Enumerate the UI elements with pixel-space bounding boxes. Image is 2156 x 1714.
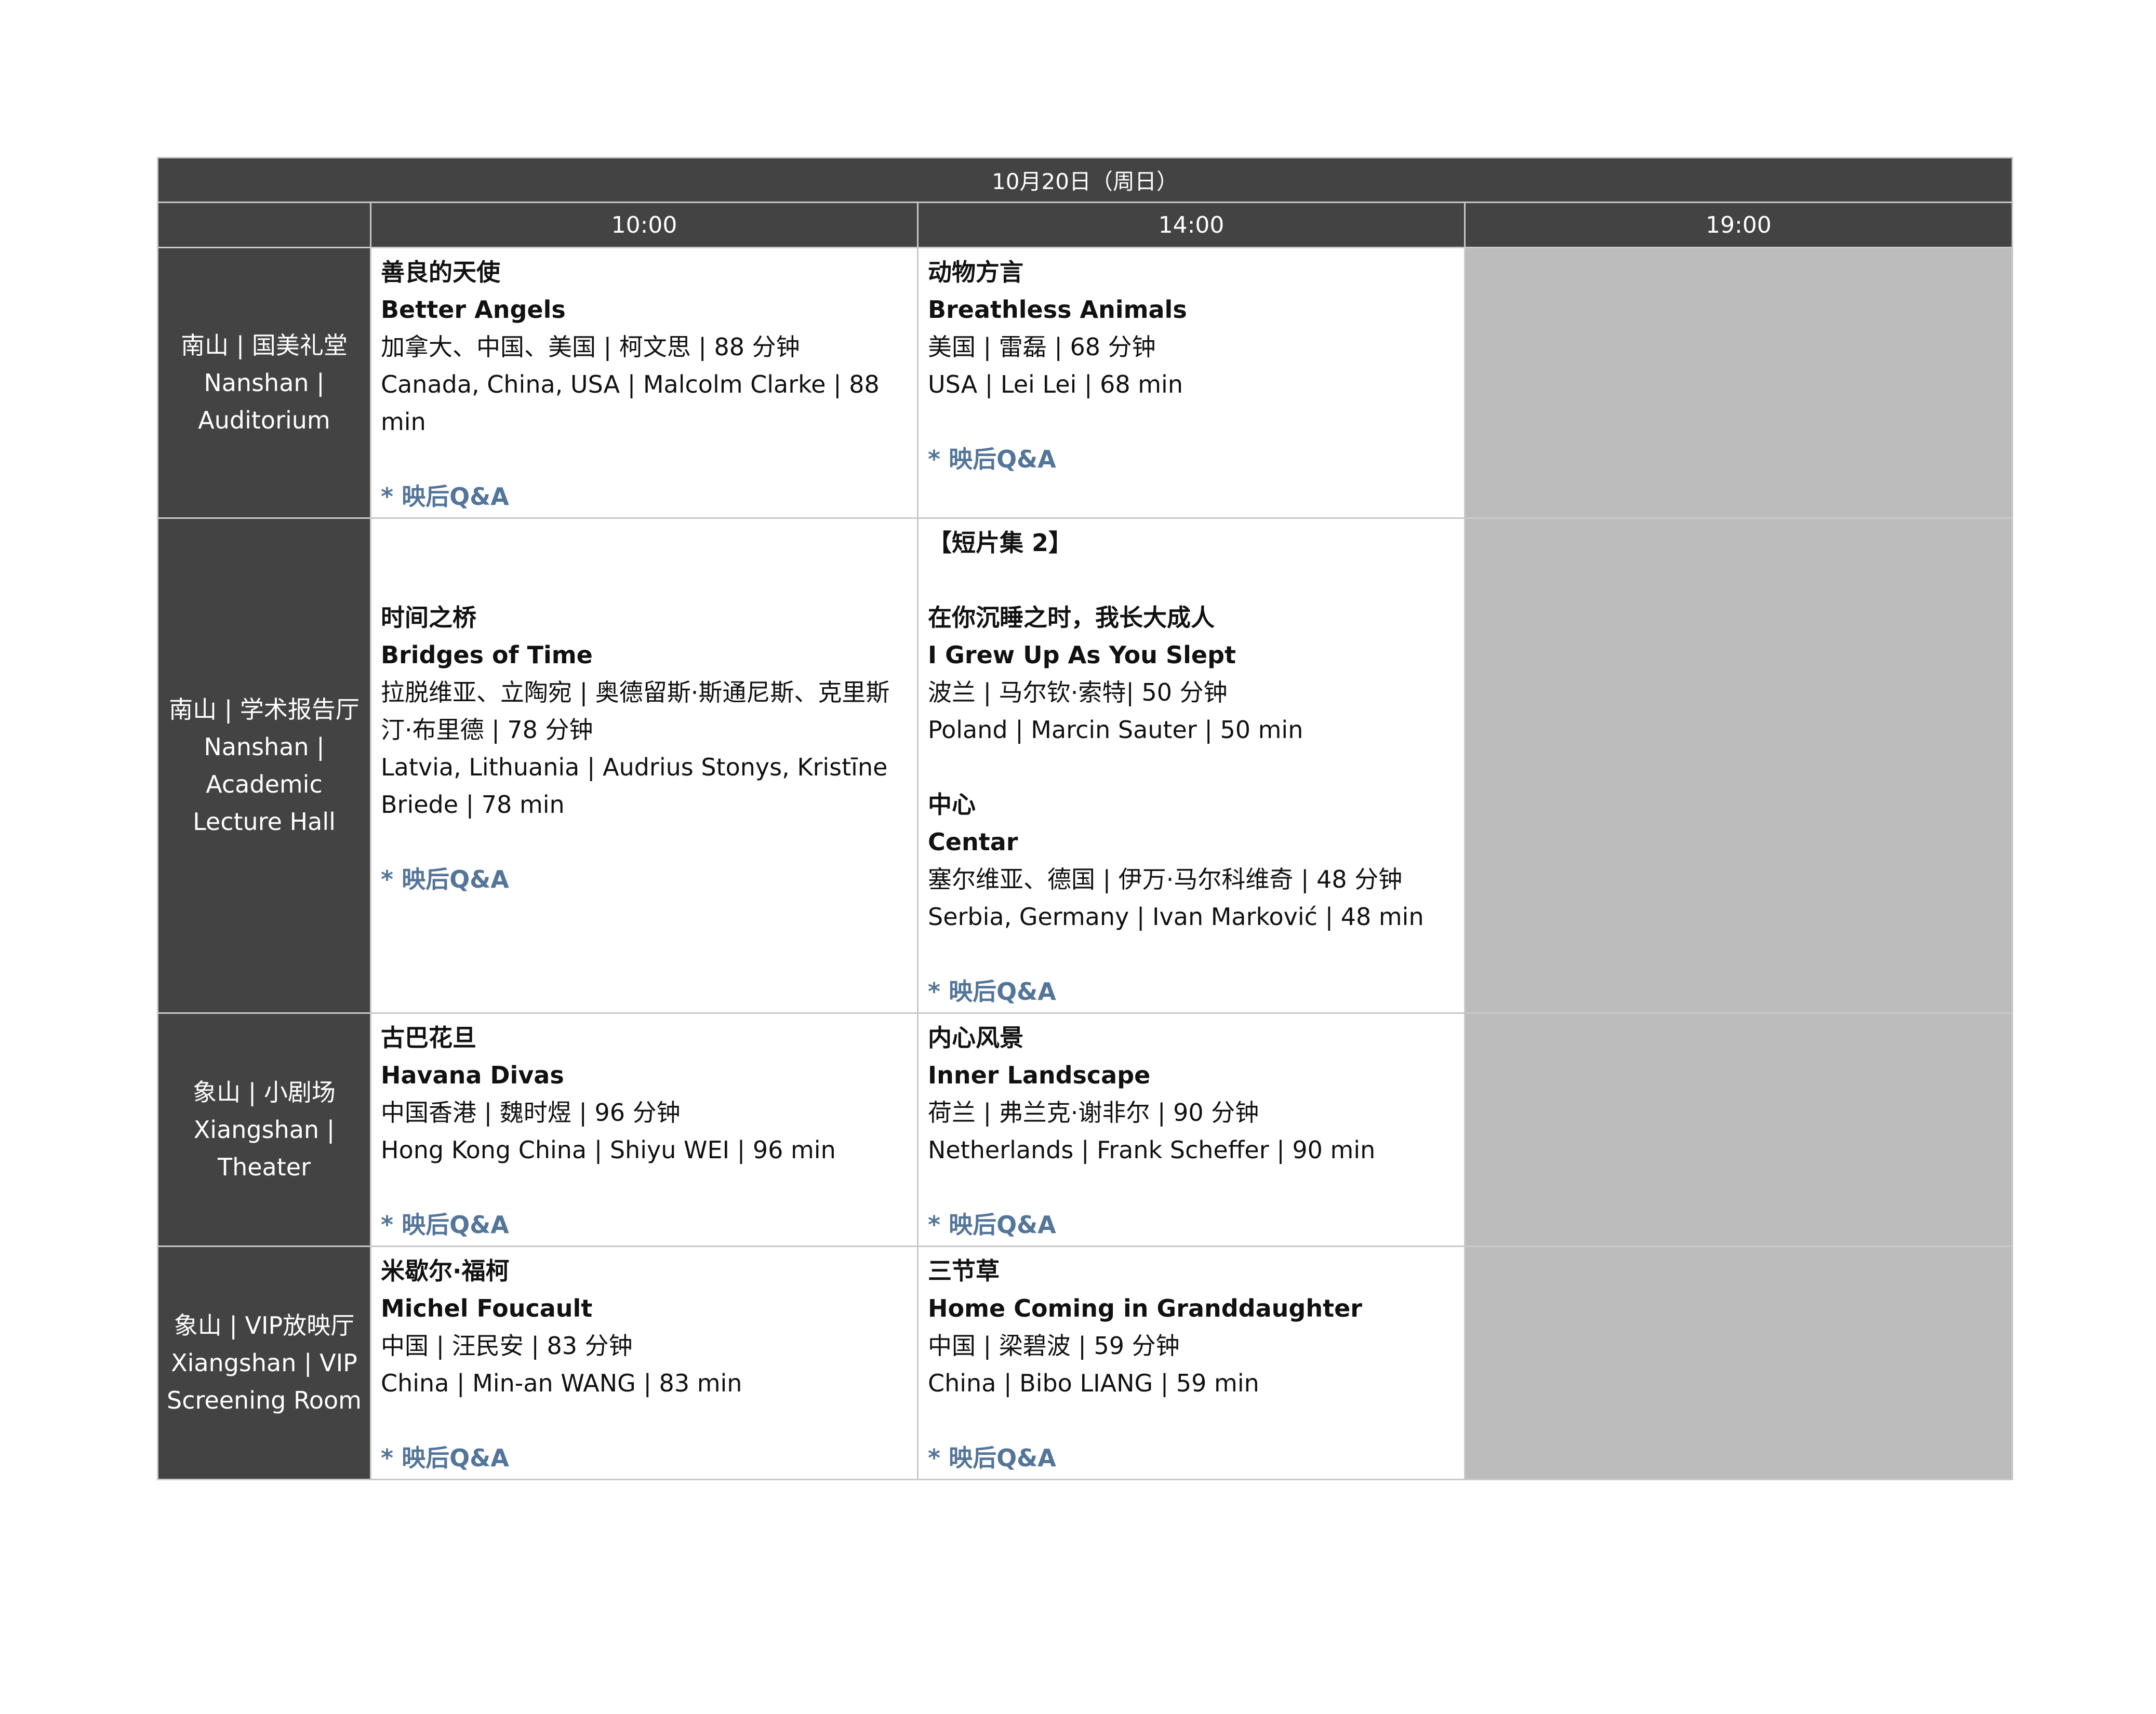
- time-slot-1900: 19:00: [1463, 202, 2014, 248]
- venue-name-en: Auditorium: [198, 406, 330, 434]
- film-info-en: Netherlands | Frank Scheffer | 90 min: [928, 1136, 1376, 1164]
- venue-row-nanshan-auditorium: 南山 | 国美礼堂 Nanshan | Auditorium 善良的天使 Bet…: [157, 247, 2014, 519]
- venue-row-xiangshan-theater: 象山 | 小剧场 Xiangshan | Theater 古巴花旦 Havana…: [157, 1012, 2014, 1247]
- screening-cell: 三节草 Home Coming in Granddaughter 中国 | 梁碧…: [917, 1246, 1466, 1480]
- film-info-en: USA | Lei Lei | 68 min: [928, 370, 1183, 398]
- film-info-en: Canada, China, USA | Malcolm Clarke | 88…: [381, 370, 880, 436]
- film-title-en: Bridges of Time: [381, 641, 593, 669]
- time-slot-1400: 14:00: [917, 202, 1466, 248]
- screening-cell: 米歇尔·福柯 Michel Foucault 中国 | 汪民安 | 83 分钟 …: [370, 1246, 919, 1480]
- screening-cell: 时间之桥 Bridges of Time 拉脱维亚、立陶宛 | 奥德留斯·斯通尼…: [370, 517, 919, 1014]
- film-title-zh: 米歇尔·福柯: [381, 1257, 510, 1285]
- film-info-zh: 波兰 | 马尔钦·索特| 50 分钟: [928, 678, 1228, 706]
- venue-name-en: Theater: [218, 1153, 311, 1181]
- venue-column-header: [157, 202, 371, 248]
- film-info-en: China | Bibo LIANG | 59 min: [928, 1369, 1259, 1397]
- venue-name-zh: 南山 | 国美礼堂: [181, 331, 348, 359]
- film-info-zh: 荷兰 | 弗兰克·谢非尔 | 90 分钟: [928, 1099, 1259, 1127]
- film-info-en: Poland | Marcin Sauter | 50 min: [928, 716, 1303, 744]
- film-title-zh: 内心风景: [928, 1024, 1023, 1052]
- venue-label: 南山 | 国美礼堂 Nanshan | Auditorium: [157, 247, 371, 519]
- film-info-zh: 美国 | 雷磊 | 68 分钟: [928, 333, 1156, 361]
- film-title-en: Home Coming in Granddaughter: [928, 1294, 1362, 1322]
- qa-badge: * 映后Q&A: [928, 445, 1056, 473]
- film-title-zh: 三节草: [928, 1257, 1000, 1285]
- qa-badge: * 映后Q&A: [381, 865, 509, 893]
- empty-slot: [1463, 517, 2014, 1014]
- venue-name-en: Xiangshan |: [193, 1116, 335, 1144]
- venue-name-en: Xiangshan | VIP: [171, 1349, 357, 1377]
- film-info-zh: 中国香港 | 魏时煜 | 96 分钟: [381, 1099, 681, 1127]
- date-header: 10月20日（周日）: [156, 157, 2014, 203]
- screening-cell: 古巴花旦 Havana Divas 中国香港 | 魏时煜 | 96 分钟 Hon…: [370, 1012, 919, 1247]
- film-title-en: I Grew Up As You Slept: [928, 641, 1236, 669]
- venue-name-zh: 象山 | 小剧场: [193, 1078, 336, 1106]
- qa-badge: * 映后Q&A: [381, 1444, 509, 1472]
- qa-badge: * 映后Q&A: [928, 1444, 1056, 1472]
- qa-badge: * 映后Q&A: [381, 483, 509, 511]
- film-info-zh: 塞尔维亚、德国 | 伊万·马尔科维奇 | 48 分钟: [928, 865, 1403, 893]
- film-info-zh: 中国 | 梁碧波 | 59 分钟: [928, 1332, 1180, 1360]
- venue-name-zh: 象山 | VIP放映厅: [174, 1311, 355, 1340]
- film-title-en: Breathless Animals: [928, 296, 1187, 324]
- qa-badge: * 映后Q&A: [928, 977, 1056, 1006]
- venue-row-nanshan-lecture-hall: 南山 | 学术报告厅 Nanshan | Academic Lecture Ha…: [157, 517, 2014, 1014]
- venue-name-en: Screening Room: [167, 1386, 362, 1414]
- film-title-en: Better Angels: [381, 296, 566, 324]
- film-title-zh: 善良的天使: [381, 258, 500, 286]
- venue-label: 象山 | 小剧场 Xiangshan | Theater: [157, 1012, 371, 1247]
- screening-cell: 动物方言 Breathless Animals 美国 | 雷磊 | 68 分钟 …: [917, 247, 1466, 519]
- film-title-en: Centar: [928, 828, 1018, 856]
- venue-name-en: Academic: [206, 770, 323, 798]
- film-title-zh: 在你沉睡之时，我长大成人: [928, 604, 1215, 632]
- screening-cell: 善良的天使 Better Angels 加拿大、中国、美国 | 柯文思 | 88…: [370, 247, 919, 519]
- venue-name-en: Lecture Hall: [193, 808, 336, 836]
- venue-name-en: Nanshan |: [204, 369, 325, 397]
- film-info-zh: 加拿大、中国、美国 | 柯文思 | 88 分钟: [381, 333, 800, 361]
- film-title-en: Inner Landscape: [928, 1061, 1151, 1089]
- qa-badge: * 映后Q&A: [381, 1211, 509, 1239]
- empty-slot: [1463, 1246, 2014, 1480]
- film-title-en: Havana Divas: [381, 1061, 564, 1089]
- venue-label: 南山 | 学术报告厅 Nanshan | Academic Lecture Ha…: [157, 517, 371, 1014]
- film-info-en: China | Min-an WANG | 83 min: [381, 1369, 742, 1397]
- film-title-zh: 中心: [928, 791, 976, 819]
- program-title: 【短片集 2】: [928, 529, 1073, 557]
- empty-slot: [1463, 1012, 2014, 1247]
- film-title-zh: 古巴花旦: [381, 1024, 476, 1052]
- venue-label: 象山 | VIP放映厅 Xiangshan | VIP Screening Ro…: [157, 1246, 371, 1480]
- film-info-en: Latvia, Lithuania | Audrius Stonys, Kris…: [381, 753, 888, 819]
- film-title-en: Michel Foucault: [381, 1294, 593, 1322]
- film-info-zh: 拉脱维亚、立陶宛 | 奥德留斯·斯通尼斯、克里斯汀·布里德 | 78 分钟: [381, 678, 890, 744]
- date-row: 10月20日（周日）: [156, 157, 2014, 203]
- venue-name-en: Nanshan |: [204, 733, 325, 761]
- film-title-zh: 动物方言: [928, 258, 1023, 286]
- screening-cell: 【短片集 2】 在你沉睡之时，我长大成人 I Grew Up As You Sl…: [917, 517, 1466, 1014]
- screening-cell: 内心风景 Inner Landscape 荷兰 | 弗兰克·谢非尔 | 90 分…: [917, 1012, 1466, 1247]
- venue-name-zh: 南山 | 学术报告厅: [169, 695, 360, 724]
- film-info-zh: 中国 | 汪民安 | 83 分钟: [381, 1332, 633, 1360]
- film-title-zh: 时间之桥: [381, 604, 476, 632]
- venue-row-xiangshan-vip: 象山 | VIP放映厅 Xiangshan | VIP Screening Ro…: [157, 1246, 2014, 1480]
- qa-badge: * 映后Q&A: [928, 1211, 1056, 1239]
- time-slot-1000: 10:00: [370, 202, 919, 248]
- time-row: 10:00 14:00 19:00: [157, 202, 2014, 248]
- film-info-en: Serbia, Germany | Ivan Marković | 48 min: [928, 903, 1424, 931]
- empty-slot: [1463, 247, 2014, 519]
- film-info-en: Hong Kong China | Shiyu WEI | 96 min: [381, 1136, 836, 1164]
- schedule-table: 10月20日（周日） 10:00 14:00 19:00 南山 | 国美礼堂 N…: [156, 157, 2014, 1480]
